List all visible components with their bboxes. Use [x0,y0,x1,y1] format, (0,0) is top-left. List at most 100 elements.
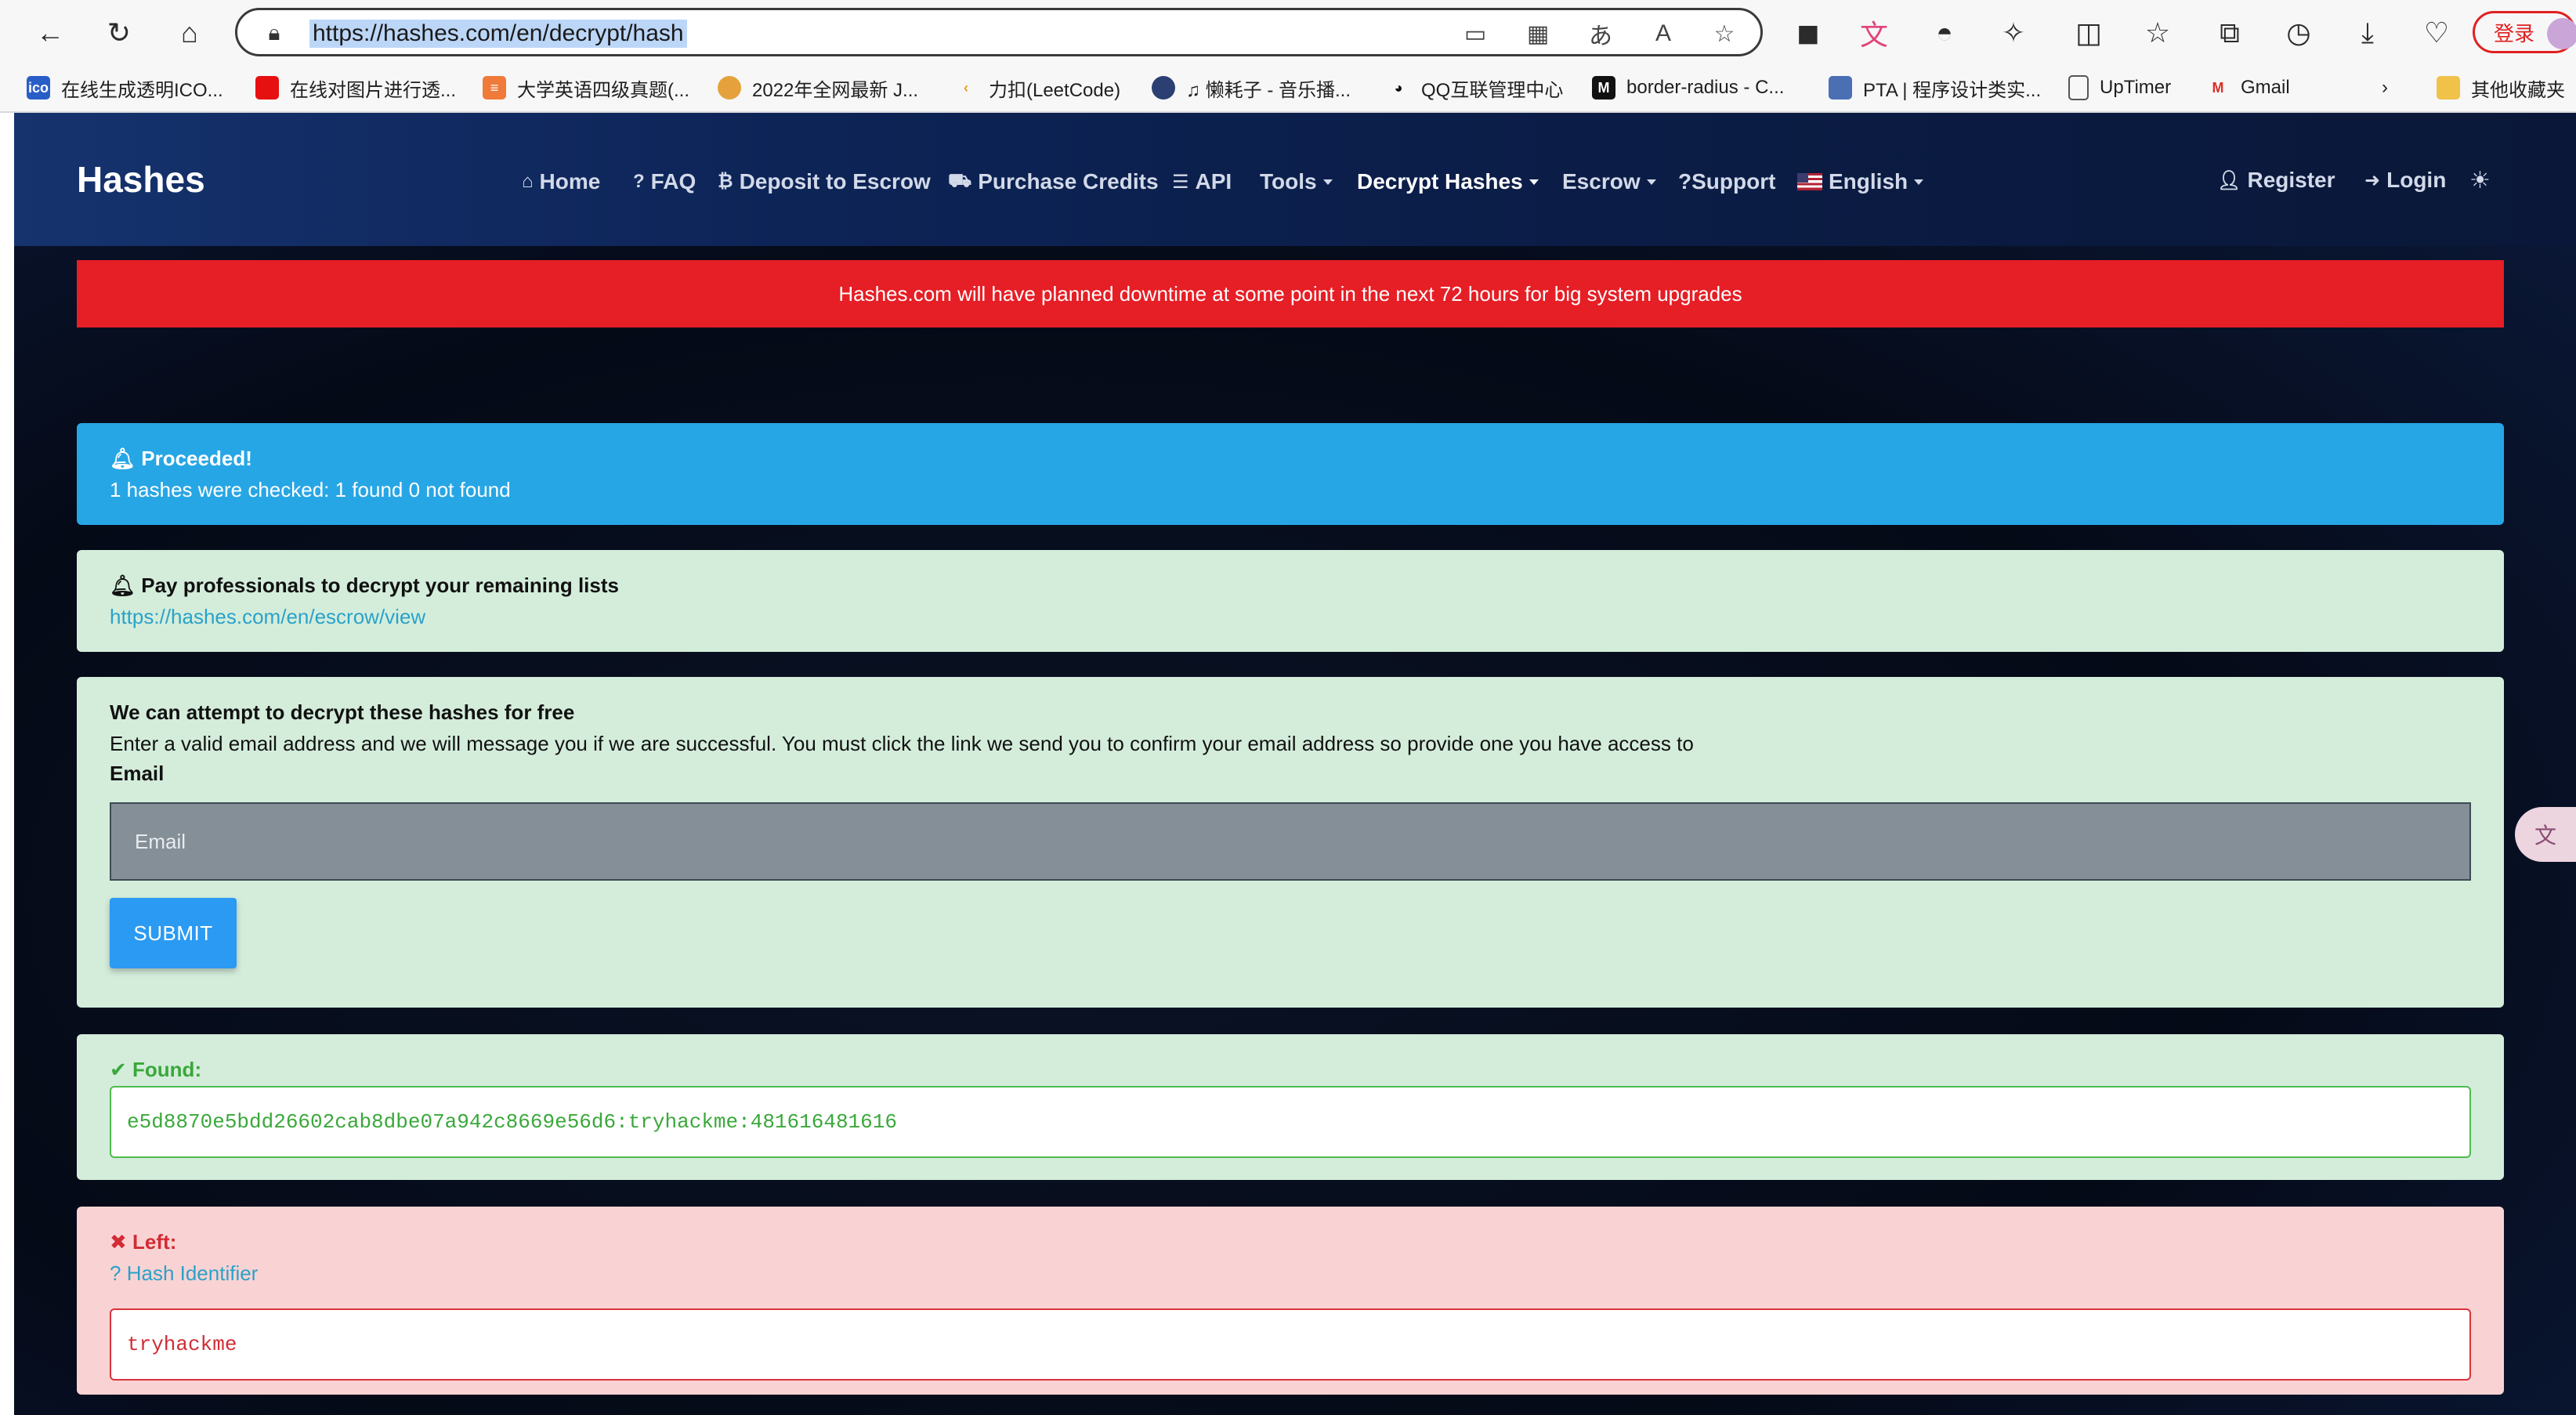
qq-icon: ◕ [1394,79,1403,96]
favorite-star-icon[interactable]: ☆ [1709,20,1740,48]
escrow-view-link[interactable]: https://hashes.com/en/escrow/view [110,605,425,629]
bookmarks-overflow-icon[interactable]: › [2382,74,2388,102]
email-label: Email [110,762,165,785]
question-icon: ? [110,1261,121,1285]
translate-icon[interactable]: あ [1585,20,1616,49]
back-icon[interactable]: ← [28,11,72,55]
theme-toggle-icon[interactable]: ☀ [2469,165,2491,196]
browser-toolbar: ← ↻ ⌂ 🔒︎ https://hashes.com/en/decrypt/h… [0,0,2576,66]
free-decrypt-panel: We can attempt to decrypt these hashes f… [77,677,2504,1008]
mdn-icon: M [1592,76,1615,100]
bookmark-item[interactable]: ◕ QQ互联管理中心 [1387,74,1564,102]
email-placeholder: Email [135,829,186,853]
browser-chrome: ← ↻ ⌂ 🔒︎ https://hashes.com/en/decrypt/h… [0,0,2576,113]
chevron-down-icon [1914,179,1924,185]
bookmark-item[interactable]: ico 在线生成透明ICO... [27,74,223,102]
bell-icon: 🔔︎ [110,574,136,597]
nav-login[interactable]: ➜ Login [2364,165,2446,196]
lock-icon[interactable]: 🔒︎ [261,20,288,46]
nav-home[interactable]: ⌂ Home [522,166,600,197]
bookmark-item[interactable]: ‹ 力扣(LeetCode) [954,74,1120,102]
favorites-icon[interactable]: ☆ [2136,11,2180,55]
bookmark-item[interactable]: M Gmail [2206,74,2290,102]
nav-deposit-escrow[interactable]: ₿ Deposit to Escrow [718,166,931,197]
nav-language[interactable]: English [1797,166,1924,197]
url-text[interactable]: https://hashes.com/en/decrypt/hash [309,20,687,48]
qr-icon[interactable]: ▦ [1522,20,1554,48]
bell-icon: 🔔︎ [110,447,136,470]
server-icon: ☰ [1172,171,1189,193]
free-title: We can attempt to decrypt these hashes f… [110,700,575,724]
found-panel: ✔ Found: e5d8870e5bdd26602cab8dbe07a942c… [77,1034,2504,1180]
nav-register[interactable]: 👤︎ Register [2217,165,2335,196]
chevron-down-icon [1322,179,1333,185]
read-aloud-icon[interactable]: A [1648,20,1679,48]
banner-text: Hashes.com will have planned downtime at… [838,281,1742,306]
pay-title: 🔔︎ Pay professionals to decrypt your rem… [110,574,619,597]
nav-api[interactable]: ☰ API [1172,166,1232,197]
ico-icon: ico [27,76,50,100]
home-icon: ⌂ [522,171,534,192]
cart-icon: ⛟ [948,170,972,191]
found-result-field[interactable]: e5d8870e5bdd26602cab8dbe07a942c8669e56d6… [110,1086,2471,1158]
site-navbar: Hashes ⌂ Home ? FAQ ₿ Deposit to Escrow ⛟ Pu… [14,113,2576,246]
nav-purchase-credits[interactable]: ⛟ Purchase Credits [948,166,1159,197]
home-icon[interactable]: ⌂ [168,11,212,55]
bookmark-item[interactable]: ♫ 懒耗子 - 音乐播... [1152,74,1351,102]
pay-professionals-alert: 🔔︎ Pay professionals to decrypt your rem… [77,550,2504,652]
extension-1-icon[interactable]: ◼ [1786,11,1830,55]
app-available-icon[interactable]: ▭ [1460,20,1491,48]
translate-ext-icon[interactable]: 文 [1852,11,1896,55]
bookmark-item[interactable]: 在线对图片进行透... [255,74,456,102]
page-icon [2068,75,2089,100]
nav-escrow[interactable]: Escrow [1562,166,1656,197]
nav-tools[interactable]: Tools [1260,166,1333,197]
bookmark-folder[interactable]: 其他收藏夹 [2437,74,2565,102]
chevron-down-icon [1646,179,1656,185]
extension-hat-icon[interactable]: ◓ [1923,11,1966,55]
collections-icon[interactable]: ⧉ [2208,11,2252,55]
floating-translate-icon[interactable]: 文 [2515,807,2576,862]
nav-decrypt-hashes[interactable]: Decrypt Hashes [1357,166,1539,197]
browser-login-label: 登录 [2494,21,2535,45]
check-icon: ✔ [110,1058,127,1081]
us-flag-icon [1797,173,1822,190]
proceeded-title: 🔔︎ Proceeded! [110,447,252,470]
hash-identifier-link[interactable]: ? Hash Identifier [110,1261,258,1286]
download-icon[interactable]: ⤓ [2346,11,2390,55]
site-brand[interactable]: Hashes [77,158,205,201]
email-input[interactable]: Email [110,802,2471,881]
free-description: Enter a valid email address and we will … [110,732,1694,755]
bookmark-item[interactable]: UpTimer [2068,74,2171,102]
profile-avatar [2547,18,2576,49]
address-bar[interactable]: 🔒︎ https://hashes.com/en/decrypt/hash ▭ … [235,8,1763,56]
left-title: ✖ Left: [110,1230,177,1254]
split-screen-icon[interactable]: ◫ [2067,11,2111,55]
left-result-field[interactable]: tryhackme [110,1308,2471,1381]
performance-icon[interactable]: ♡ [2415,11,2458,55]
proceeded-text: 1 hashes were checked: 1 found 0 not fou… [110,478,511,501]
downtime-banner: Hashes.com will have planned downtime at… [77,260,2504,328]
browser-login-button[interactable]: 登录 [2473,11,2576,53]
pta-icon [1829,76,1852,100]
question-icon: ? [633,171,645,192]
nav-faq[interactable]: ? FAQ [633,166,696,197]
extensions-puzzle-icon[interactable]: ✧ [1992,11,2035,55]
bookmark-item[interactable]: ≡ 大学英语四级真题(... [483,74,689,102]
bitcoin-icon: ₿ [718,171,733,192]
bookmark-item[interactable]: PTA | 程序设计类实... [1829,74,2041,102]
submit-button[interactable]: SUBMIT [110,898,237,968]
leetcode-icon: ‹ [964,79,968,96]
reload-icon[interactable]: ↻ [97,11,141,55]
proceeded-alert: 🔔︎ Proceeded! 1 hashes were checked: 1 f… [77,423,2504,525]
folder-icon [2437,76,2460,100]
history-icon[interactable]: ◷ [2277,11,2321,55]
bookmark-item[interactable]: 2022年全网最新 J... [718,74,918,102]
music-icon [1152,76,1175,100]
bookmark-item[interactable]: M border-radius - C... [1592,74,1784,102]
sign-in-icon: ➜ [2364,169,2381,191]
red-square-icon [255,76,279,100]
avatar-icon [718,76,741,100]
chevron-down-icon [1529,179,1539,185]
nav-support[interactable]: ?Support [1678,166,1775,197]
